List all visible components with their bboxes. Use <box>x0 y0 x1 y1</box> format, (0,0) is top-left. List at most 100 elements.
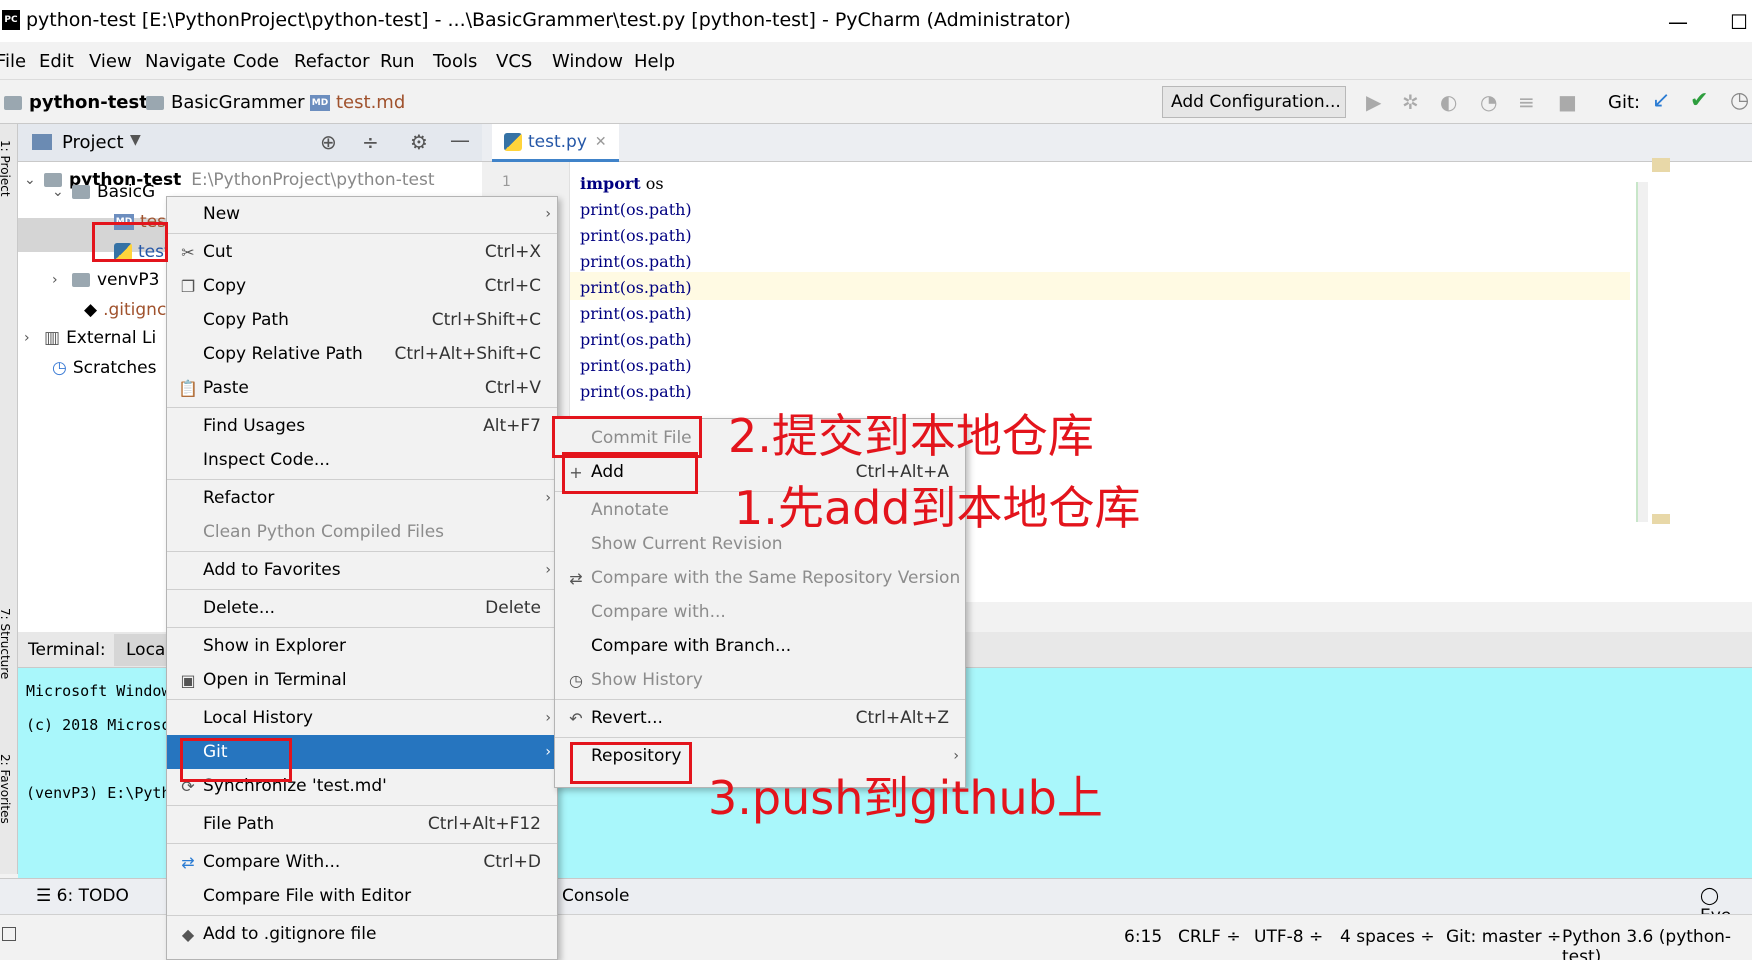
tree-item-venv[interactable]: › venvP3 <box>52 270 159 290</box>
folder-icon <box>72 273 90 287</box>
menu-tools[interactable]: Tools <box>433 51 477 72</box>
menu-item-shortcut: Ctrl+X <box>484 242 541 262</box>
toggle-tool-windows-icon[interactable] <box>2 927 16 941</box>
menu-view[interactable]: View <box>89 51 132 72</box>
tree-item-external-libraries[interactable]: › ▥ External Li <box>24 328 156 348</box>
menu-item-find-usages[interactable]: Find Usages Alt+F7 <box>167 409 557 443</box>
menu-item-compare-same-repository[interactable]: ⇄ Compare with the Same Repository Versio… <box>555 561 965 595</box>
breadcrumb-label: BasicGrammer <box>171 92 305 113</box>
tree-item-label: Scratches <box>72 358 157 378</box>
concurrency-icon[interactable]: ≡ <box>1518 90 1535 114</box>
menu-item-label: Refactor <box>203 488 275 508</box>
terminal-line: (c) 2018 Microso <box>26 716 171 734</box>
minimize-button[interactable]: — <box>1668 10 1688 34</box>
add-configuration-button[interactable]: Add Configuration... <box>1162 86 1346 118</box>
tree-item-gitignore[interactable]: ◆ .gitignc <box>84 300 166 320</box>
menu-separator <box>167 479 557 480</box>
menu-edit[interactable]: Edit <box>39 51 74 72</box>
annotation-step3: 3.push到github上 <box>708 771 1103 825</box>
menu-refactor[interactable]: Refactor <box>294 51 370 72</box>
structure-tool-button[interactable]: 7: Structure <box>0 608 12 679</box>
code-line: print(os.path) <box>580 252 692 271</box>
history-icon: ◷ <box>569 670 583 690</box>
stop-icon[interactable]: ■ <box>1558 90 1577 114</box>
menu-item-compare-with[interactable]: ⇄ Compare With... Ctrl+D <box>167 845 557 879</box>
menu-item-file-path[interactable]: File Path Ctrl+Alt+F12 <box>167 807 557 841</box>
menu-item-copy-relative-path[interactable]: Copy Relative Path Ctrl+Alt+Shift+C <box>167 337 557 371</box>
menu-file[interactable]: File <box>0 51 26 72</box>
menu-item-local-history[interactable]: Local History › <box>167 701 557 735</box>
menu-item-copy-path[interactable]: Copy Path Ctrl+Shift+C <box>167 303 557 337</box>
code-line: print(os.path) <box>580 278 692 297</box>
scrollbar[interactable] <box>1636 182 1648 522</box>
tree-item-basicgrammer[interactable]: ⌄ BasicG <box>52 182 155 202</box>
history-icon[interactable]: ◷ <box>1730 88 1749 113</box>
menu-item-inspect-code[interactable]: Inspect Code... <box>167 443 557 477</box>
menu-window[interactable]: Window <box>552 51 623 72</box>
close-icon[interactable]: ✕ <box>595 134 607 150</box>
indent-setting[interactable]: 4 spaces ÷ <box>1340 927 1435 947</box>
todo-tool-button[interactable]: ☰ 6: TODO <box>36 886 129 906</box>
chevron-right-icon: › <box>545 562 551 578</box>
menu-item-cut[interactable]: ✂ Cut Ctrl+X <box>167 235 557 269</box>
breadcrumb-file[interactable]: MD test.md <box>310 92 405 113</box>
caret-position[interactable]: 6:15 <box>1124 927 1162 947</box>
menu-item-show-in-explorer[interactable]: Show in Explorer <box>167 629 557 663</box>
line-separator[interactable]: CRLF ÷ <box>1178 927 1241 947</box>
menu-help[interactable]: Help <box>634 51 675 72</box>
compare-icon: ⇄ <box>181 852 195 872</box>
folder-icon <box>72 185 90 199</box>
menu-code[interactable]: Code <box>233 51 279 72</box>
menu-run[interactable]: Run <box>380 51 415 72</box>
collapse-icon[interactable]: ÷ <box>362 130 379 154</box>
console-tool-button[interactable]: Console <box>562 886 630 906</box>
tree-item-scratches[interactable]: ◷ Scratches <box>52 358 157 378</box>
locate-icon[interactable]: ⊕ <box>320 130 337 154</box>
file-encoding[interactable]: UTF-8 ÷ <box>1254 927 1323 947</box>
menu-item-revert[interactable]: ↶ Revert... Ctrl+Alt+Z <box>555 701 965 735</box>
menu-item-copy[interactable]: ❐ Copy Ctrl+C <box>167 269 557 303</box>
git-commit-icon[interactable]: ✔ <box>1690 88 1708 113</box>
menu-item-label: Compare With... <box>203 852 341 872</box>
menu-navigate[interactable]: Navigate <box>145 51 226 72</box>
menu-item-delete[interactable]: Delete... Delete <box>167 591 557 625</box>
folder-icon <box>146 95 164 110</box>
menu-item-compare-with-branch[interactable]: Compare with Branch... <box>555 629 965 663</box>
menu-item-label: Delete... <box>203 598 276 618</box>
tab-label: test.py <box>528 131 587 152</box>
menu-item-label: Copy <box>203 276 247 296</box>
project-tool-button[interactable]: 1: Project <box>0 140 12 197</box>
menu-item-compare-with-dots[interactable]: Compare with... <box>555 595 965 629</box>
chevron-down-icon[interactable]: ▼ <box>130 132 141 148</box>
maximize-button[interactable]: ☐ <box>1730 10 1748 34</box>
menu-item-shortcut: Ctrl+Shift+C <box>431 310 541 330</box>
gear-icon[interactable]: ⚙ <box>410 130 428 154</box>
menu-vcs[interactable]: VCS <box>496 51 532 72</box>
menu-item-add-to-gitignore[interactable]: ◆ Add to .gitignore file <box>167 917 557 951</box>
menu-item-shortcut: Ctrl+Alt+F12 <box>427 814 541 834</box>
menu-item-compare-file-with-editor[interactable]: Compare File with Editor <box>167 879 557 913</box>
menu-separator <box>555 699 965 700</box>
python-interpreter[interactable]: Python 3.6 (python-test) <box>1562 927 1752 960</box>
menu-item-open-in-terminal[interactable]: ▣ Open in Terminal <box>167 663 557 697</box>
menu-item-add-to-favorites[interactable]: Add to Favorites › <box>167 553 557 587</box>
menu-item-new[interactable]: New › <box>167 197 557 231</box>
tab-test-py[interactable]: test.py ✕ <box>492 124 619 162</box>
hide-icon[interactable]: — <box>450 128 470 152</box>
terminal-line: Microsoft Window <box>26 682 171 700</box>
menu-item-paste[interactable]: 📋 Paste Ctrl+V <box>167 371 557 405</box>
git-branch[interactable]: Git: master ÷ <box>1446 927 1561 947</box>
breadcrumb-project[interactable]: python-test › <box>4 92 167 113</box>
run-icon[interactable]: ▶ <box>1366 90 1381 114</box>
menu-item-show-history[interactable]: ◷ Show History <box>555 663 965 697</box>
project-view-selector[interactable]: Project <box>62 132 124 153</box>
favorites-tool-button[interactable]: 2: Favorites <box>0 754 12 824</box>
profile-icon[interactable]: ◔ <box>1480 90 1497 114</box>
debug-icon[interactable]: ✲ <box>1402 90 1419 114</box>
menu-item-refactor[interactable]: Refactor › <box>167 481 557 515</box>
compare-icon: ⇄ <box>569 568 583 588</box>
coverage-icon[interactable]: ◐ <box>1440 90 1457 114</box>
breadcrumb-basicgrammer[interactable]: BasicGrammer › <box>146 92 324 113</box>
git-update-icon[interactable]: ↙ <box>1652 88 1670 113</box>
event-log-icon: ◯ <box>1700 886 1720 906</box>
